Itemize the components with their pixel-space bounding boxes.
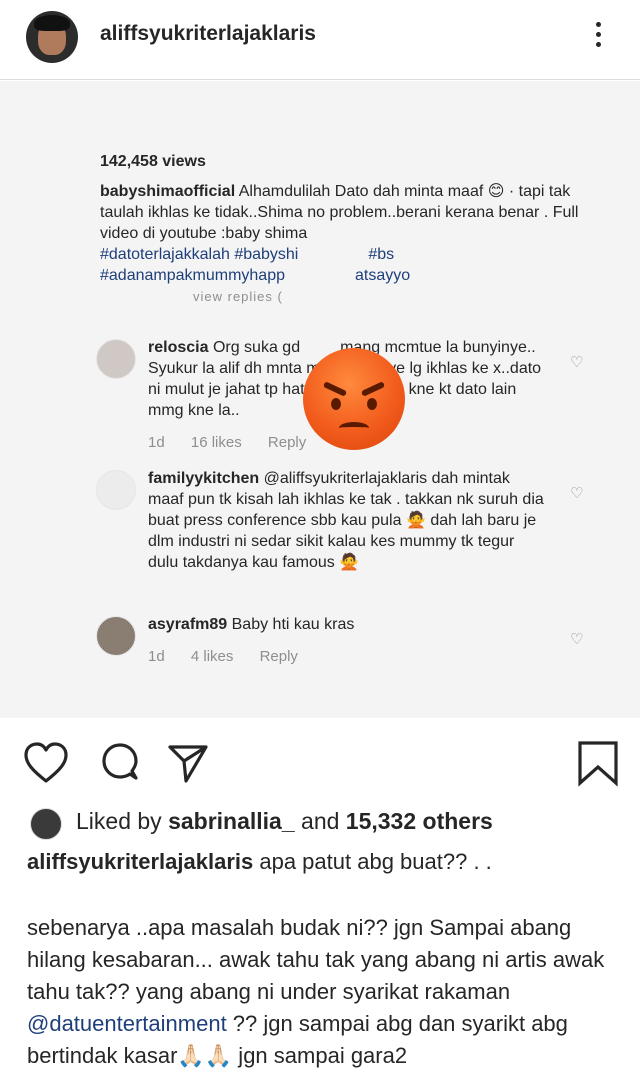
likes-text: Liked by sabrinallia_ and 15,332 others <box>76 808 493 835</box>
liker-avatar <box>30 808 62 840</box>
action-bar <box>0 735 640 795</box>
screenshot-caption: babyshimaofficial Alhamdulilah Dato dah … <box>100 181 600 286</box>
post-caption: aliffsyukriterlajaklaris apa patut abg b… <box>27 846 627 878</box>
comment-avatar <box>96 470 136 510</box>
caption-tags-1: #datoterlajakkalah #babyshi <box>100 246 299 263</box>
likes-row[interactable]: Liked by sabrinallia_ and 15,332 others <box>0 800 640 840</box>
heart-icon: ♡ <box>570 354 584 371</box>
comment-reply: Reply <box>259 648 298 665</box>
comment-username: reloscia <box>148 339 209 356</box>
caption-tags-2b: atsayyo <box>355 267 411 284</box>
share-icon[interactable] <box>164 739 212 787</box>
caption-username: babyshimaofficial <box>100 183 236 200</box>
likes-middle: and <box>294 808 346 834</box>
post-body: sebenarya ..apa masalah budak ni?? jgn S… <box>27 912 632 1072</box>
comment-username: familyykitchen <box>148 470 260 487</box>
post-header: aliffsyukriterlajaklaris <box>0 0 640 80</box>
post-image[interactable]: 142,458 views babyshimaofficial Alhamdul… <box>0 81 640 718</box>
comment-avatar <box>96 339 136 379</box>
angry-face-emoji <box>303 348 405 450</box>
caption-tags-2: #adanampakmummyhapp <box>100 267 285 284</box>
comment-text: familyykitchen @aliffsyukriterlajaklaris… <box>148 468 548 573</box>
comment-likes: 16 likes <box>190 434 242 451</box>
bookmark-icon[interactable] <box>574 739 622 787</box>
comment-time: 1d <box>148 434 165 451</box>
comment-meta: 1d 4 likes Reply <box>148 648 320 665</box>
likes-count[interactable]: 15,332 others <box>346 808 493 834</box>
heart-icon[interactable] <box>22 739 70 787</box>
comment-text: asyrafm89 Baby hti kau kras <box>148 614 548 635</box>
liker-username[interactable]: sabrinallia_ <box>168 808 295 834</box>
comment-body: Org suka gd <box>212 339 301 356</box>
likes-prefix: Liked by <box>76 808 169 834</box>
post-body-text: sebenarya ..apa masalah budak ni?? jgn S… <box>27 915 605 1004</box>
view-replies: view replies ( <box>193 289 283 304</box>
comment-meta: 1d 16 likes Reply <box>148 434 328 451</box>
profile-avatar[interactable] <box>26 11 78 63</box>
caption-tags-1b: #bs <box>368 246 395 263</box>
views-count: 142,458 views <box>100 153 206 170</box>
more-options-icon[interactable] <box>588 18 608 52</box>
heart-icon: ♡ <box>570 631 584 648</box>
heart-icon: ♡ <box>570 485 584 502</box>
caption-username[interactable]: aliffsyukriterlajaklaris <box>27 849 253 874</box>
comment-reply: Reply <box>267 434 307 451</box>
avatar-hair <box>34 15 70 31</box>
mention-link[interactable]: @datuentertainment <box>27 1011 227 1036</box>
comment-username: asyrafm89 <box>148 616 228 633</box>
comment-time: 1d <box>148 648 165 665</box>
profile-username[interactable]: aliffsyukriterlajaklaris <box>100 22 316 46</box>
caption-text: apa patut abg buat?? . . <box>253 849 492 874</box>
comment-avatar <box>96 616 136 656</box>
comment-icon[interactable] <box>96 739 144 787</box>
comment-body: Baby hti kau kras <box>231 616 355 633</box>
comment-likes: 4 likes <box>190 648 234 665</box>
